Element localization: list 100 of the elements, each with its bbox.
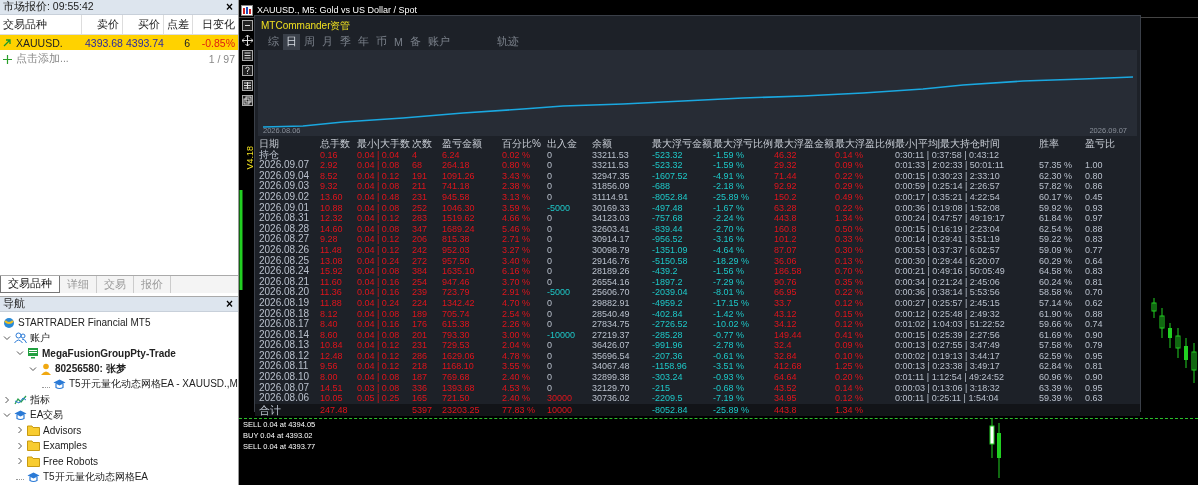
table-cell: 9.32 xyxy=(320,181,338,192)
close-button[interactable]: × xyxy=(224,1,235,13)
table-cell: 0.04 | 0.12 xyxy=(357,340,400,351)
table-cell: 14.51 xyxy=(320,382,343,394)
chevron-down-icon[interactable] xyxy=(3,334,11,343)
column-header[interactable]: 买价 xyxy=(123,15,164,34)
tree-item[interactable]: 指标 xyxy=(30,392,50,407)
tree-item[interactable]: EA交易 xyxy=(30,408,64,423)
table-cell: 62.84 % xyxy=(1039,361,1073,373)
table-cell: 1519.62 xyxy=(442,213,475,224)
line-chart-icon xyxy=(14,393,27,406)
date-cell: 2026.08.10 xyxy=(259,372,310,383)
column-header[interactable]: 卖价 xyxy=(82,15,123,34)
table-cell: 0 xyxy=(547,340,552,351)
close-button[interactable]: × xyxy=(224,298,235,310)
plus-icon[interactable] xyxy=(3,54,12,64)
chevron-down-icon[interactable] xyxy=(3,411,11,420)
tree-item[interactable]: STARTRADER Financial MT5 xyxy=(18,317,151,329)
table-cell: 1.34 % xyxy=(835,404,864,416)
table-cell: 61.84 % xyxy=(1039,213,1073,224)
table-cell: 957.50 xyxy=(442,255,470,267)
table-cell: -4.64 % xyxy=(713,244,745,256)
list-icon[interactable] xyxy=(242,50,253,61)
table-cell: -8052.84 xyxy=(652,404,688,416)
tree-item[interactable]: 账户 xyxy=(30,331,50,346)
table-cell: 32.4 xyxy=(774,340,792,351)
table-cell: 101.2 xyxy=(774,234,797,245)
symbol-row[interactable]: XAUUSD. 4393.68 4393.74 6 -0.85% xyxy=(0,35,238,50)
table-cell: 0:00:15 | 0:30:23 | 2:33:10 xyxy=(895,170,1000,182)
period-tab[interactable]: 账户 xyxy=(424,34,453,50)
table-cell: 0.10 % xyxy=(835,350,864,362)
chevron-down-icon[interactable] xyxy=(16,349,24,358)
table-cell: 62.54 % xyxy=(1039,223,1073,235)
table-cell: -1158.96 xyxy=(652,361,687,373)
chevron-right-icon[interactable] xyxy=(3,395,11,404)
graduation-cap-icon xyxy=(14,409,27,422)
chevron-down-icon[interactable] xyxy=(29,364,37,373)
period-tab[interactable]: 备 xyxy=(406,34,424,50)
period-tab[interactable]: 季 xyxy=(337,34,354,50)
table-cell: 11.88 xyxy=(320,297,342,309)
table-cell: 63.28 xyxy=(774,202,797,214)
table-cell: 186.58 xyxy=(774,266,802,277)
table-cell: 0.04 | 0.04 xyxy=(357,149,400,161)
table-cell: 32.84 xyxy=(774,350,797,362)
table-cell: 29.32 xyxy=(774,160,797,171)
table-cell: 0.95 xyxy=(1085,350,1103,362)
table-cell: 206 xyxy=(412,234,428,245)
chevron-right-icon[interactable] xyxy=(16,441,24,450)
minimize-icon[interactable] xyxy=(242,20,253,31)
move-icon[interactable] xyxy=(242,35,253,46)
table-cell: 0.63 xyxy=(1085,393,1103,404)
table-cell: 59.39 % xyxy=(1039,393,1073,404)
table-cell: 0 xyxy=(547,319,552,330)
add-symbol-link[interactable]: 点击添加... xyxy=(16,52,205,66)
column-header[interactable]: 交易品种 xyxy=(0,15,82,34)
period-tab[interactable]: 年 xyxy=(355,34,372,50)
table-cell: 0.09 % xyxy=(835,160,864,171)
period-tab[interactable]: 综 xyxy=(265,34,282,50)
period-tab[interactable]: 月 xyxy=(319,34,336,50)
chevron-right-icon[interactable] xyxy=(16,426,24,435)
grid-icon[interactable] xyxy=(242,80,253,91)
table-cell: 0 xyxy=(547,308,552,320)
table-cell: 0.04 | 0.08 xyxy=(357,308,400,320)
table-cell: -2209.5 xyxy=(652,393,683,404)
table-cell: 729.53 xyxy=(442,340,470,351)
panel-tab[interactable]: 交易品种 xyxy=(0,276,60,293)
tree-item[interactable]: T5开元量化动态网格EA xyxy=(43,469,148,484)
table-cell: 2.38 % xyxy=(502,181,531,192)
table-cell: 10.88 xyxy=(320,202,343,214)
period-tab[interactable]: 周 xyxy=(301,34,318,50)
tree-item[interactable]: Advisors xyxy=(43,424,82,436)
period-tab[interactable]: 日 xyxy=(283,34,300,50)
tree-item[interactable]: T5开元量化动态网格EA - XAUUSD.,M xyxy=(69,377,238,392)
column-header[interactable]: 日变化 xyxy=(193,15,238,34)
table-cell: 2.92 xyxy=(320,160,338,171)
table-cell: 0.97 xyxy=(1085,213,1103,224)
tree-item[interactable]: MegaFusionGroupPty-Trade xyxy=(42,347,176,359)
windows-icon[interactable] xyxy=(242,95,253,106)
table-cell: 0.04 | 0.16 xyxy=(357,287,400,298)
table-cell: 191 xyxy=(412,170,428,182)
tree-item[interactable]: Examples xyxy=(43,440,87,452)
table-cell: -303.24 xyxy=(652,372,683,383)
table-cell: 0.88 xyxy=(1085,223,1103,235)
period-tab[interactable]: 轨迹 xyxy=(493,34,522,50)
help-icon[interactable] xyxy=(242,65,253,76)
table-cell: -991.96 xyxy=(652,340,683,351)
tree-item[interactable]: Free Robots xyxy=(43,455,99,467)
table-cell: 0.81 xyxy=(1085,361,1103,373)
table-cell: 3.40 % xyxy=(502,255,531,267)
tree-item[interactable]: 80256580: 张梦 xyxy=(55,361,126,376)
table-cell: 0 xyxy=(547,361,552,373)
column-header[interactable]: 点差 xyxy=(164,15,193,34)
period-tab[interactable]: M xyxy=(391,35,406,49)
date-cell: 2026.08.20 xyxy=(259,287,310,298)
table-cell: 160.8 xyxy=(774,223,797,235)
table-cell: 4.66 % xyxy=(502,213,531,224)
period-tab[interactable]: 币 xyxy=(373,34,390,50)
table-cell: 615.38 xyxy=(442,319,470,330)
chevron-right-icon[interactable] xyxy=(16,457,24,466)
table-cell: 1091.26 xyxy=(442,170,475,182)
